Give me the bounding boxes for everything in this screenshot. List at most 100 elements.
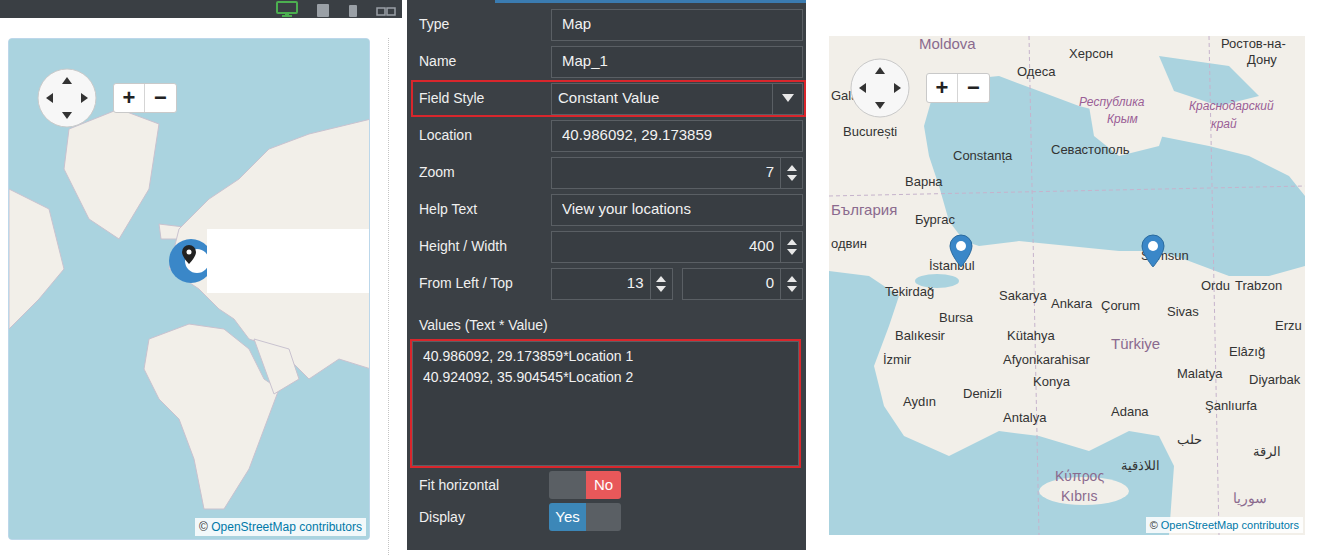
- monitor-icon[interactable]: [276, 1, 298, 17]
- field-value[interactable]: Map: [562, 13, 591, 36]
- field-value[interactable]: 40.986092, 29.173859: [562, 124, 712, 147]
- values-line: 40.924092, 35.904545*Location 2: [423, 367, 788, 388]
- map-label: Diyarbak: [1249, 372, 1300, 388]
- property-row: Zoom 7: [411, 154, 806, 191]
- attribution-link[interactable]: OpenStreetMap: [1161, 519, 1239, 531]
- map-label: Aydın: [903, 394, 936, 410]
- zoom-out-button[interactable]: −: [958, 74, 989, 102]
- zoom-out-button[interactable]: −: [145, 84, 176, 112]
- map-result[interactable]: MoldovaХерсонРостов-на-ДонуОдесаGalațiBu…: [829, 36, 1305, 535]
- toggle-switch[interactable]: No: [549, 471, 621, 499]
- map-label: Ankara: [1051, 296, 1092, 312]
- split-icon[interactable]: [376, 1, 396, 17]
- property-label: Zoom: [413, 162, 551, 183]
- toggle-text[interactable]: Yes: [555, 506, 579, 529]
- label-text: Height / Width: [419, 238, 507, 254]
- map-label: Türkiye: [1111, 336, 1160, 352]
- spinner-icon[interactable]: [780, 232, 802, 262]
- property-field: Map: [551, 9, 804, 41]
- map-label: Konya: [1033, 374, 1070, 390]
- map-label: Kütahya: [1007, 328, 1055, 344]
- text-field[interactable]: Map: [551, 9, 803, 41]
- property-row: TypeMap: [411, 6, 806, 43]
- property-field: 40.986092, 29.173859: [551, 120, 804, 152]
- values-line-text[interactable]: 40.986092, 29.173859*Location 1: [423, 348, 633, 364]
- attribution-link[interactable]: OpenStreetMap: [211, 520, 296, 534]
- map-label: Ordu: [1201, 278, 1230, 294]
- number-value[interactable]: 7: [766, 163, 774, 180]
- dropdown-arrow-icon[interactable]: [772, 84, 802, 114]
- number-value[interactable]: 13: [627, 274, 644, 291]
- label-text: Help Text: [419, 201, 477, 217]
- spinner-icon[interactable]: [650, 269, 672, 299]
- map-pin-icon[interactable]: [949, 234, 973, 268]
- map-label: Ростов-на-: [1221, 36, 1286, 52]
- text-field[interactable]: 40.986092, 29.173859: [551, 120, 803, 152]
- pan-icon[interactable]: [37, 68, 97, 128]
- number-value[interactable]: 0: [766, 274, 774, 291]
- number-wrap: 7: [560, 161, 780, 184]
- map-controls: +−: [37, 68, 177, 128]
- map-preview[interactable]: +− © OpenStreetMap contributors: [8, 38, 370, 540]
- canvas-body: +− © OpenStreetMap contributors: [0, 18, 407, 555]
- map-label: Tekirdağ: [885, 284, 934, 300]
- spinner-icon[interactable]: [780, 269, 802, 299]
- zoom-buttons: +−: [113, 83, 177, 113]
- tablet-icon[interactable]: [316, 1, 330, 17]
- values-textarea[interactable]: 40.986092, 29.173859*Location 1 40.924092…: [412, 341, 799, 466]
- number-field[interactable]: 400: [551, 231, 803, 263]
- zoom-in-button[interactable]: +: [927, 74, 958, 102]
- phone-icon[interactable]: [348, 1, 358, 17]
- map-label: Дону: [1247, 52, 1277, 68]
- map-label: Şanlıurfa: [1205, 398, 1257, 414]
- number-field[interactable]: 7: [551, 157, 803, 189]
- property-label: Help Text: [413, 199, 551, 220]
- map-label: Kıbrıs: [1061, 488, 1098, 504]
- map-label: اللاذقية: [1121, 458, 1160, 474]
- style-select[interactable]: Constant Value: [551, 83, 803, 115]
- number-field[interactable]: 0: [682, 268, 804, 300]
- zoom-in-label[interactable]: +: [123, 87, 136, 109]
- designer-canvas: +− © OpenStreetMap contributors: [0, 0, 407, 555]
- label-text: From Left / Top: [419, 275, 513, 291]
- text-field[interactable]: View your locations: [551, 194, 803, 226]
- map-label: Бургас: [915, 212, 955, 228]
- text-field[interactable]: Map_1: [551, 46, 803, 78]
- toggle-switch[interactable]: Yes: [549, 503, 621, 531]
- zoom-out-label[interactable]: −: [154, 87, 167, 109]
- spinner-icon[interactable]: [780, 158, 802, 188]
- pan-icon[interactable]: [850, 58, 910, 118]
- number-field[interactable]: 13: [551, 268, 673, 300]
- zoom-in-button[interactable]: +: [114, 84, 145, 112]
- map-label: България: [831, 202, 897, 218]
- toggle-knob: [586, 503, 621, 531]
- number-wrap: 400: [560, 235, 780, 258]
- values-line-text[interactable]: 40.924092, 35.904545*Location 2: [423, 369, 633, 385]
- toggle-row: Fit horizontalNo: [411, 469, 806, 501]
- property-label: Location: [413, 125, 551, 146]
- values-label: Values (Text * Value): [407, 302, 806, 339]
- map-label: Afyonkarahisar: [1003, 352, 1090, 368]
- attribution: © OpenStreetMap contributors: [195, 518, 366, 536]
- number-value[interactable]: 400: [749, 237, 774, 254]
- map-result-wrap: MoldovaХерсонРостов-на-ДонуОдесаGalațiBu…: [829, 0, 1305, 555]
- select-value[interactable]: Constant Value: [558, 87, 772, 110]
- map-pin-icon[interactable]: [1141, 234, 1165, 268]
- map-label: Elâzığ: [1229, 344, 1265, 360]
- field-value[interactable]: View your locations: [562, 198, 691, 221]
- map-label: Adana: [1111, 404, 1149, 420]
- property-rows: TypeMapNameMap_1Field StyleConstant Valu…: [407, 3, 806, 302]
- zoom-out-label[interactable]: −: [967, 77, 980, 99]
- values-line: 40.986092, 29.173859*Location 1: [423, 346, 788, 367]
- map-label: الرقة: [1253, 444, 1281, 460]
- property-panel: TypeMapNameMap_1Field StyleConstant Valu…: [407, 0, 806, 550]
- map-label: București: [843, 124, 897, 140]
- toggle-text[interactable]: No: [594, 474, 613, 497]
- field-value[interactable]: Map_1: [562, 50, 608, 73]
- map-label: Республика: [1079, 94, 1145, 110]
- canvas-divider: [388, 38, 389, 555]
- property-field: Map_1: [551, 46, 804, 78]
- zoom-in-label[interactable]: +: [936, 77, 949, 99]
- copyright-symbol: ©: [1150, 519, 1158, 531]
- label-text: Display: [419, 509, 465, 525]
